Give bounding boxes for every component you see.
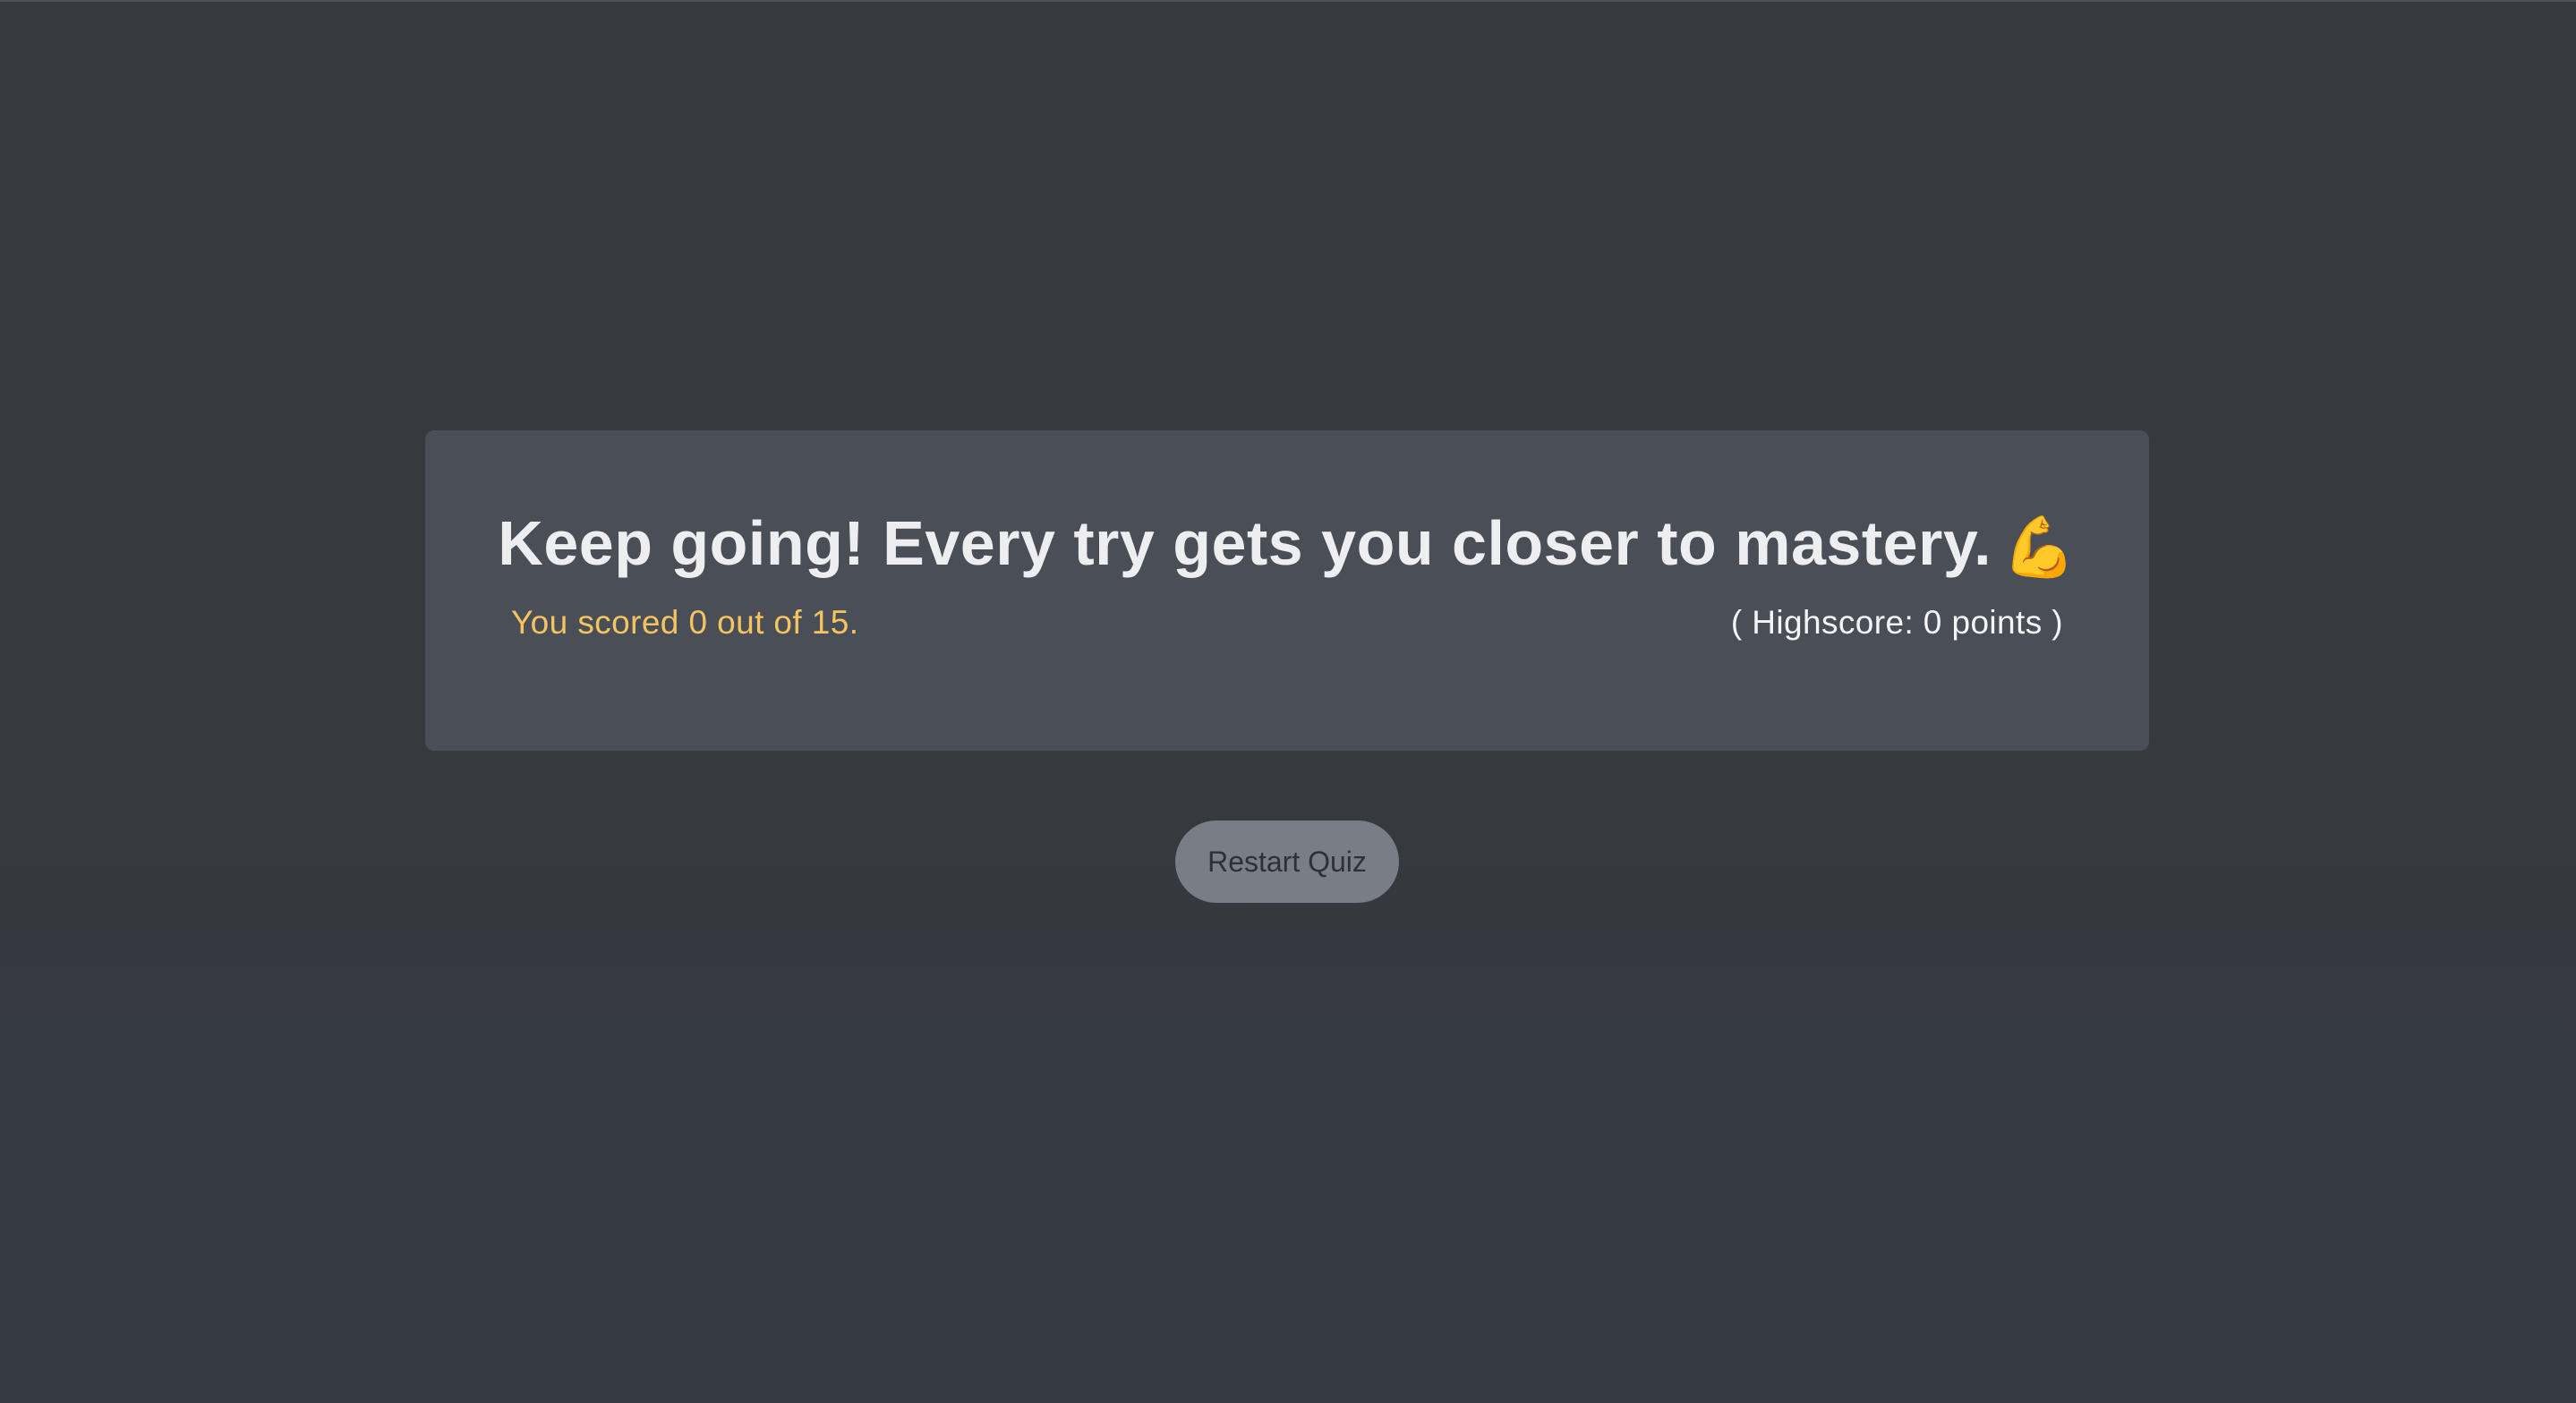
flexed-biceps-icon: 💪 bbox=[2002, 513, 2077, 582]
result-message-text: Keep going! Every try gets you closer to… bbox=[498, 508, 1992, 578]
score-row: You scored 0 out of 15. ( Highscore: 0 p… bbox=[511, 600, 2063, 645]
restart-quiz-button[interactable]: Restart Quiz bbox=[1175, 821, 1399, 903]
result-message-heading: Keep going! Every try gets you closer to… bbox=[425, 509, 2149, 581]
score-text: You scored 0 out of 15. bbox=[511, 604, 859, 641]
result-card: Keep going! Every try gets you closer to… bbox=[425, 430, 2149, 751]
highscore-text: ( Highscore: 0 points ) bbox=[1730, 604, 2063, 641]
